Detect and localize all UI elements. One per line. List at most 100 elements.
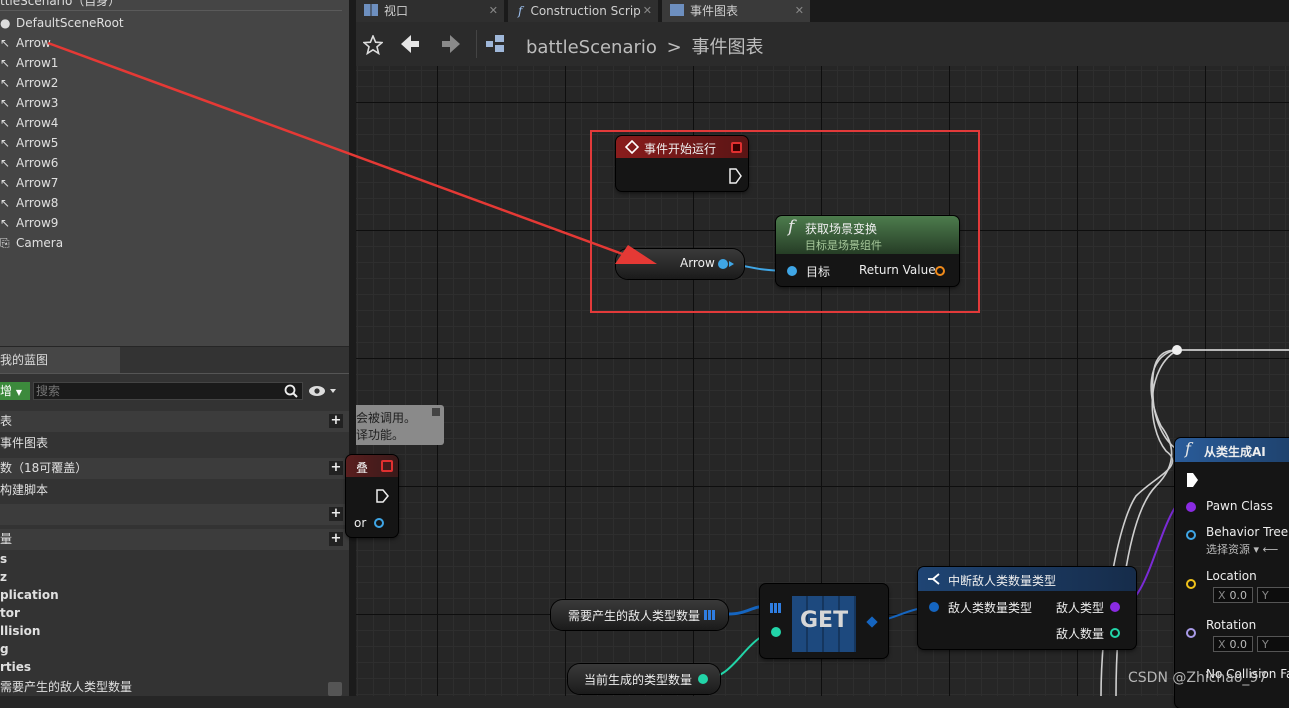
tree-item-camera[interactable]: ⎘ Camera xyxy=(0,233,63,253)
tree-item-arrow[interactable]: ↖ Arrow1 xyxy=(0,53,58,73)
tab-viewport[interactable]: 视口 ✕ xyxy=(356,0,504,22)
blueprint-category-row[interactable]: + xyxy=(0,504,349,525)
blueprint-category-row[interactable]: 数（18可覆盖） + xyxy=(0,458,349,479)
scene-root-icon: ● xyxy=(0,16,11,30)
add-icon[interactable]: + xyxy=(329,414,343,428)
close-icon[interactable]: ✕ xyxy=(489,0,498,22)
tab-construction-script[interactable]: f Construction Scrip ✕ xyxy=(508,0,658,22)
tree-item-label: Arrow3 xyxy=(16,96,59,110)
spawn-ai-from-class-node[interactable]: f 从类生成AI Pawn Class Behavior Tree 选择资源 ▾… xyxy=(1175,438,1289,708)
behavior-tree-pin[interactable] xyxy=(1186,530,1196,540)
breadcrumb-root[interactable]: battleScenario xyxy=(526,37,657,58)
star-icon[interactable] xyxy=(363,35,383,55)
tree-item-label: Arrow7 xyxy=(16,176,59,190)
current-count-variable-getter[interactable]: 当前生成的类型数量 xyxy=(568,664,720,694)
blueprint-item-row[interactable]: llision xyxy=(0,622,349,640)
arrow-component-icon: ↖ xyxy=(0,216,11,230)
blueprint-item-row[interactable]: g xyxy=(0,640,349,658)
view-options-eye-icon[interactable] xyxy=(308,382,340,400)
blueprint-item-row[interactable]: tor xyxy=(0,604,349,622)
tree-item-arrow[interactable]: ↖ Arrow2 xyxy=(0,73,58,93)
tree-item-arrow[interactable]: ↖ Arrow xyxy=(0,33,51,53)
back-arrow-icon[interactable] xyxy=(400,33,420,55)
blueprint-row-label: tor xyxy=(0,606,20,620)
event-graph-canvas[interactable]: 会被调用。 译功能。 叠 or 事件开始运行 Arrow f 获取场景变换 目标… xyxy=(346,66,1289,708)
function-icon: f xyxy=(1185,439,1191,458)
arrow-component-icon: ↖ xyxy=(0,96,11,110)
object-out-pin[interactable] xyxy=(374,518,384,528)
blueprint-item-row[interactable]: 事件图表 xyxy=(0,434,349,452)
blueprint-row-label: 表 xyxy=(0,414,13,428)
break-struct-node[interactable]: 中断敌人类数量类型 敌人类数量类型 敌人类型 敌人数量 xyxy=(918,567,1136,649)
enemy-count-out-pin[interactable] xyxy=(1110,628,1120,638)
close-icon[interactable]: ✕ xyxy=(643,0,652,22)
blueprint-item-row[interactable]: 需要产生的敌人类型数量 xyxy=(0,678,349,696)
add-new-button[interactable]: 增 ▼ xyxy=(0,382,30,400)
tab-event-graph[interactable]: 事件图表 ✕ xyxy=(662,0,810,22)
forward-arrow-icon[interactable] xyxy=(441,33,461,55)
tree-item-arrow[interactable]: ↖ Arrow8 xyxy=(0,193,58,213)
break-struct-icon xyxy=(928,573,940,585)
blueprint-row-label: 构建脚本 xyxy=(0,483,49,497)
blueprint-item-row[interactable]: rties xyxy=(0,658,349,676)
location-x-field[interactable]: X 0.0 xyxy=(1213,587,1253,603)
add-icon[interactable]: + xyxy=(329,461,343,475)
tree-item-arrow[interactable]: ↖ Arrow3 xyxy=(0,93,58,113)
tree-item-label: Arrow5 xyxy=(16,136,59,150)
map-pin-icon[interactable] xyxy=(704,610,716,620)
enemy-types-variable-getter[interactable]: 需要产生的敌人类型数量 xyxy=(551,600,728,630)
comment-box[interactable]: 会被调用。 译功能。 xyxy=(356,405,444,445)
map-get-node[interactable]: GET xyxy=(760,584,888,658)
add-icon[interactable]: + xyxy=(329,507,343,521)
blueprint-row-label: 数（18可覆盖） xyxy=(0,461,88,475)
search-icon[interactable] xyxy=(284,384,298,398)
blueprint-row-label: 需要产生的敌人类型数量 xyxy=(0,680,133,694)
select-asset-dropdown[interactable]: 选择资源 ▾ ⟵ xyxy=(1206,541,1278,557)
blueprint-row-label: g xyxy=(0,642,9,656)
blueprint-row-label: 事件图表 xyxy=(0,436,49,450)
blueprint-category-row[interactable]: 量 + xyxy=(0,529,349,550)
tree-item-label: Arrow1 xyxy=(16,56,59,70)
blueprint-category-row[interactable]: 表 + xyxy=(0,411,349,432)
exec-out-pin[interactable] xyxy=(375,489,389,503)
blueprint-item-row[interactable]: plication xyxy=(0,586,349,604)
panel-splitter[interactable] xyxy=(349,0,356,696)
struct-out-pin[interactable] xyxy=(866,616,878,628)
blueprint-item-row[interactable]: s xyxy=(0,550,349,568)
pawn-class-pin[interactable] xyxy=(1186,502,1196,512)
partial-event-node[interactable]: 叠 or xyxy=(346,455,398,537)
tree-item-arrow[interactable]: ↖ Arrow6 xyxy=(0,153,58,173)
location-pin[interactable] xyxy=(1186,579,1196,589)
tree-item-defaultsceneroot[interactable]: ● DefaultSceneRoot xyxy=(0,13,124,33)
rotation-y-field[interactable]: Y xyxy=(1257,636,1289,652)
add-icon[interactable]: + xyxy=(329,532,343,546)
blueprint-item-row[interactable]: 构建脚本 xyxy=(0,481,349,499)
tree-item-arrow[interactable]: ↖ Arrow9 xyxy=(0,213,58,233)
arrow-component-icon: ↖ xyxy=(0,76,11,90)
map-in-pin[interactable] xyxy=(770,603,782,613)
key-in-pin[interactable] xyxy=(771,627,781,637)
search-input[interactable] xyxy=(36,383,276,399)
tree-item-arrow[interactable]: ↖ Arrow7 xyxy=(0,173,58,193)
exec-in-pin[interactable] xyxy=(1185,472,1199,488)
blueprint-item-row[interactable]: z xyxy=(0,568,349,586)
pin-icon[interactable] xyxy=(432,408,440,416)
close-icon[interactable]: ✕ xyxy=(795,0,804,22)
struct-in-pin[interactable] xyxy=(929,602,939,612)
delegate-pin-icon[interactable] xyxy=(381,460,393,472)
tree-item-arrow[interactable]: ↖ Arrow5 xyxy=(0,133,58,153)
blueprint-row-label: s xyxy=(0,552,8,566)
location-y-field[interactable]: Y xyxy=(1257,587,1289,603)
rotation-pin[interactable] xyxy=(1186,628,1196,638)
tab-my-blueprint[interactable]: 我的蓝图 xyxy=(0,347,120,373)
tree-item-arrow[interactable]: ↖ Arrow4 xyxy=(0,113,58,133)
components-header-divider xyxy=(0,10,342,11)
integer-out-pin[interactable] xyxy=(698,674,708,684)
enemy-type-out-pin[interactable] xyxy=(1110,602,1120,612)
variable-type-icon[interactable] xyxy=(328,682,342,696)
tree-item-label: Camera xyxy=(16,236,64,250)
rotation-x-field[interactable]: X 0.0 xyxy=(1213,636,1253,652)
arrow-component-icon: ↖ xyxy=(0,116,11,130)
document-tabs: 视口 ✕ f Construction Scrip ✕ 事件图表 ✕ xyxy=(356,0,1289,22)
tree-item-label: Arrow4 xyxy=(16,116,59,130)
